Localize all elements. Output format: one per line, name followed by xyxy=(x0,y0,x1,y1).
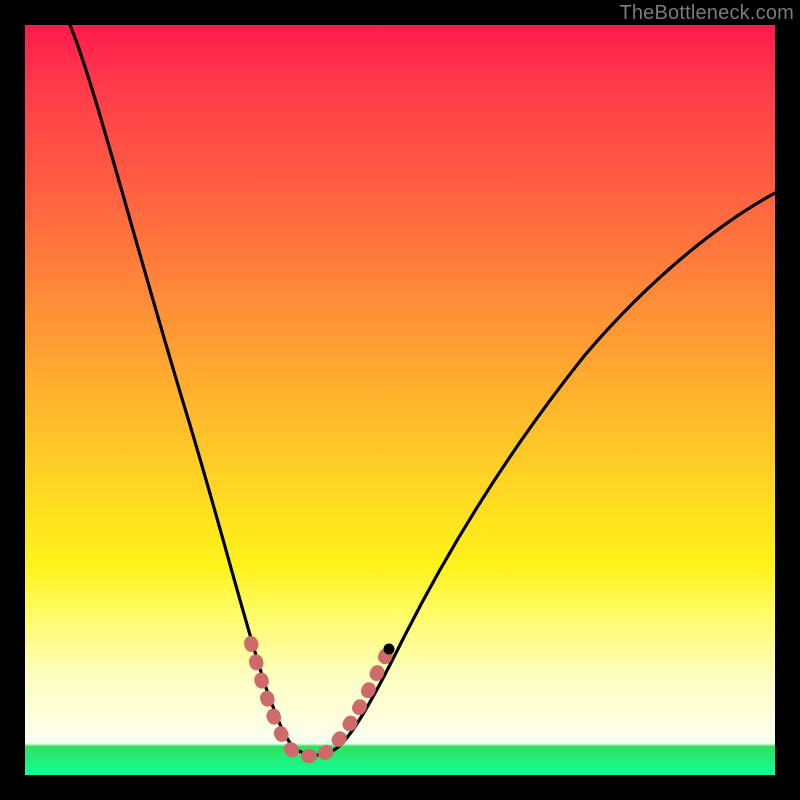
optimal-band-left xyxy=(251,643,317,756)
bottleneck-curve xyxy=(70,25,775,755)
curve-layer xyxy=(25,25,775,775)
watermark-text: TheBottleneck.com xyxy=(619,2,794,25)
plot-area xyxy=(25,25,775,775)
outer-frame: TheBottleneck.com xyxy=(0,0,800,800)
optimal-band-right xyxy=(325,649,389,753)
band-end-dot xyxy=(384,644,395,655)
